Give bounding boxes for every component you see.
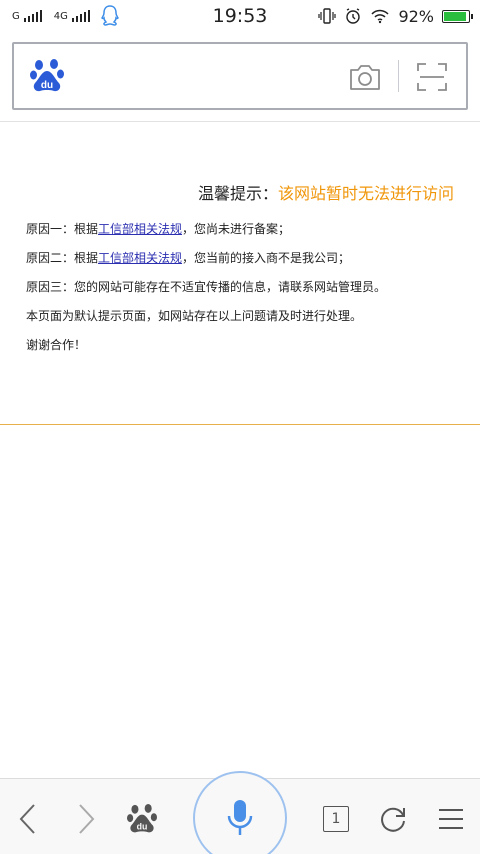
reason-one-suffix: ，您尚未进行备案； [182, 222, 291, 236]
battery-icon [442, 9, 473, 23]
notice-lines: 原因一：根据工信部相关法规，您尚未进行备案； 原因二：根据工信部相关法规，您当前… [26, 215, 386, 360]
svg-text:du: du [137, 822, 148, 832]
menu-icon [439, 809, 463, 829]
regulation-link[interactable]: 工信部相关法规 [98, 251, 182, 265]
svg-text:du: du [41, 80, 53, 91]
home-button[interactable]: du [122, 799, 162, 839]
voice-search-button[interactable] [193, 771, 287, 854]
notice-title-label: 温馨提示： [197, 184, 278, 203]
reason-two-prefix: 原因二：根据 [26, 251, 99, 265]
baidu-paw-icon[interactable]: du [30, 58, 64, 94]
forward-button[interactable] [66, 799, 106, 839]
bottom-toolbar: du 1 [0, 771, 480, 854]
chevron-left-icon [19, 804, 35, 834]
reason-one-prefix: 原因一：根据 [26, 222, 99, 236]
tabs-button[interactable]: 1 [316, 799, 356, 839]
status-right: 92% [318, 0, 473, 32]
reason-three: 原因三：您的网站可能存在不适宜传播的信息，请联系网站管理员。 [26, 280, 387, 294]
regulation-link[interactable]: 工信部相关法规 [98, 222, 182, 236]
vibrate-icon [318, 8, 337, 24]
alarm-icon [346, 8, 361, 24]
tab-count: 1 [323, 806, 349, 832]
thanks-note: 谢谢合作！ [26, 338, 87, 352]
back-button[interactable] [8, 799, 48, 839]
notice-bottom-divider [0, 424, 480, 425]
camera-icon[interactable] [348, 62, 382, 92]
notice-title: 温馨提示：该网站暂时无法进行访问 [198, 180, 454, 204]
reason-two: 原因二：根据工信部相关法规，您当前的接入商不是我公司； [26, 244, 386, 273]
battery-fill [444, 11, 467, 21]
baidu-paw-icon: du [127, 804, 157, 833]
reason-one: 原因一：根据工信部相关法规，您尚未进行备案； [26, 215, 386, 244]
status-bar: G 4G 19:53 92% [0, 0, 480, 32]
scan-icon[interactable] [416, 62, 448, 92]
search-bar[interactable]: du [12, 42, 468, 110]
notice-panel: 温馨提示：该网站暂时无法进行访问 原因一：根据工信部相关法规，您尚未进行备案； … [0, 122, 480, 424]
notice-title-message: 该网站暂时无法进行访问 [277, 184, 454, 203]
refresh-button[interactable] [373, 799, 413, 839]
default-page-note: 本页面为默认提示页面，如网站存在以上问题请及时进行处理。 [26, 309, 363, 323]
wifi-icon [371, 9, 389, 24]
reason-two-suffix: ，您当前的接入商不是我公司； [182, 251, 351, 265]
microphone-icon [227, 800, 253, 835]
search-divider [398, 60, 399, 92]
chevron-right-icon [79, 804, 95, 834]
refresh-icon [381, 807, 405, 832]
menu-button[interactable] [431, 799, 471, 839]
battery-percent: 92% [398, 6, 434, 26]
